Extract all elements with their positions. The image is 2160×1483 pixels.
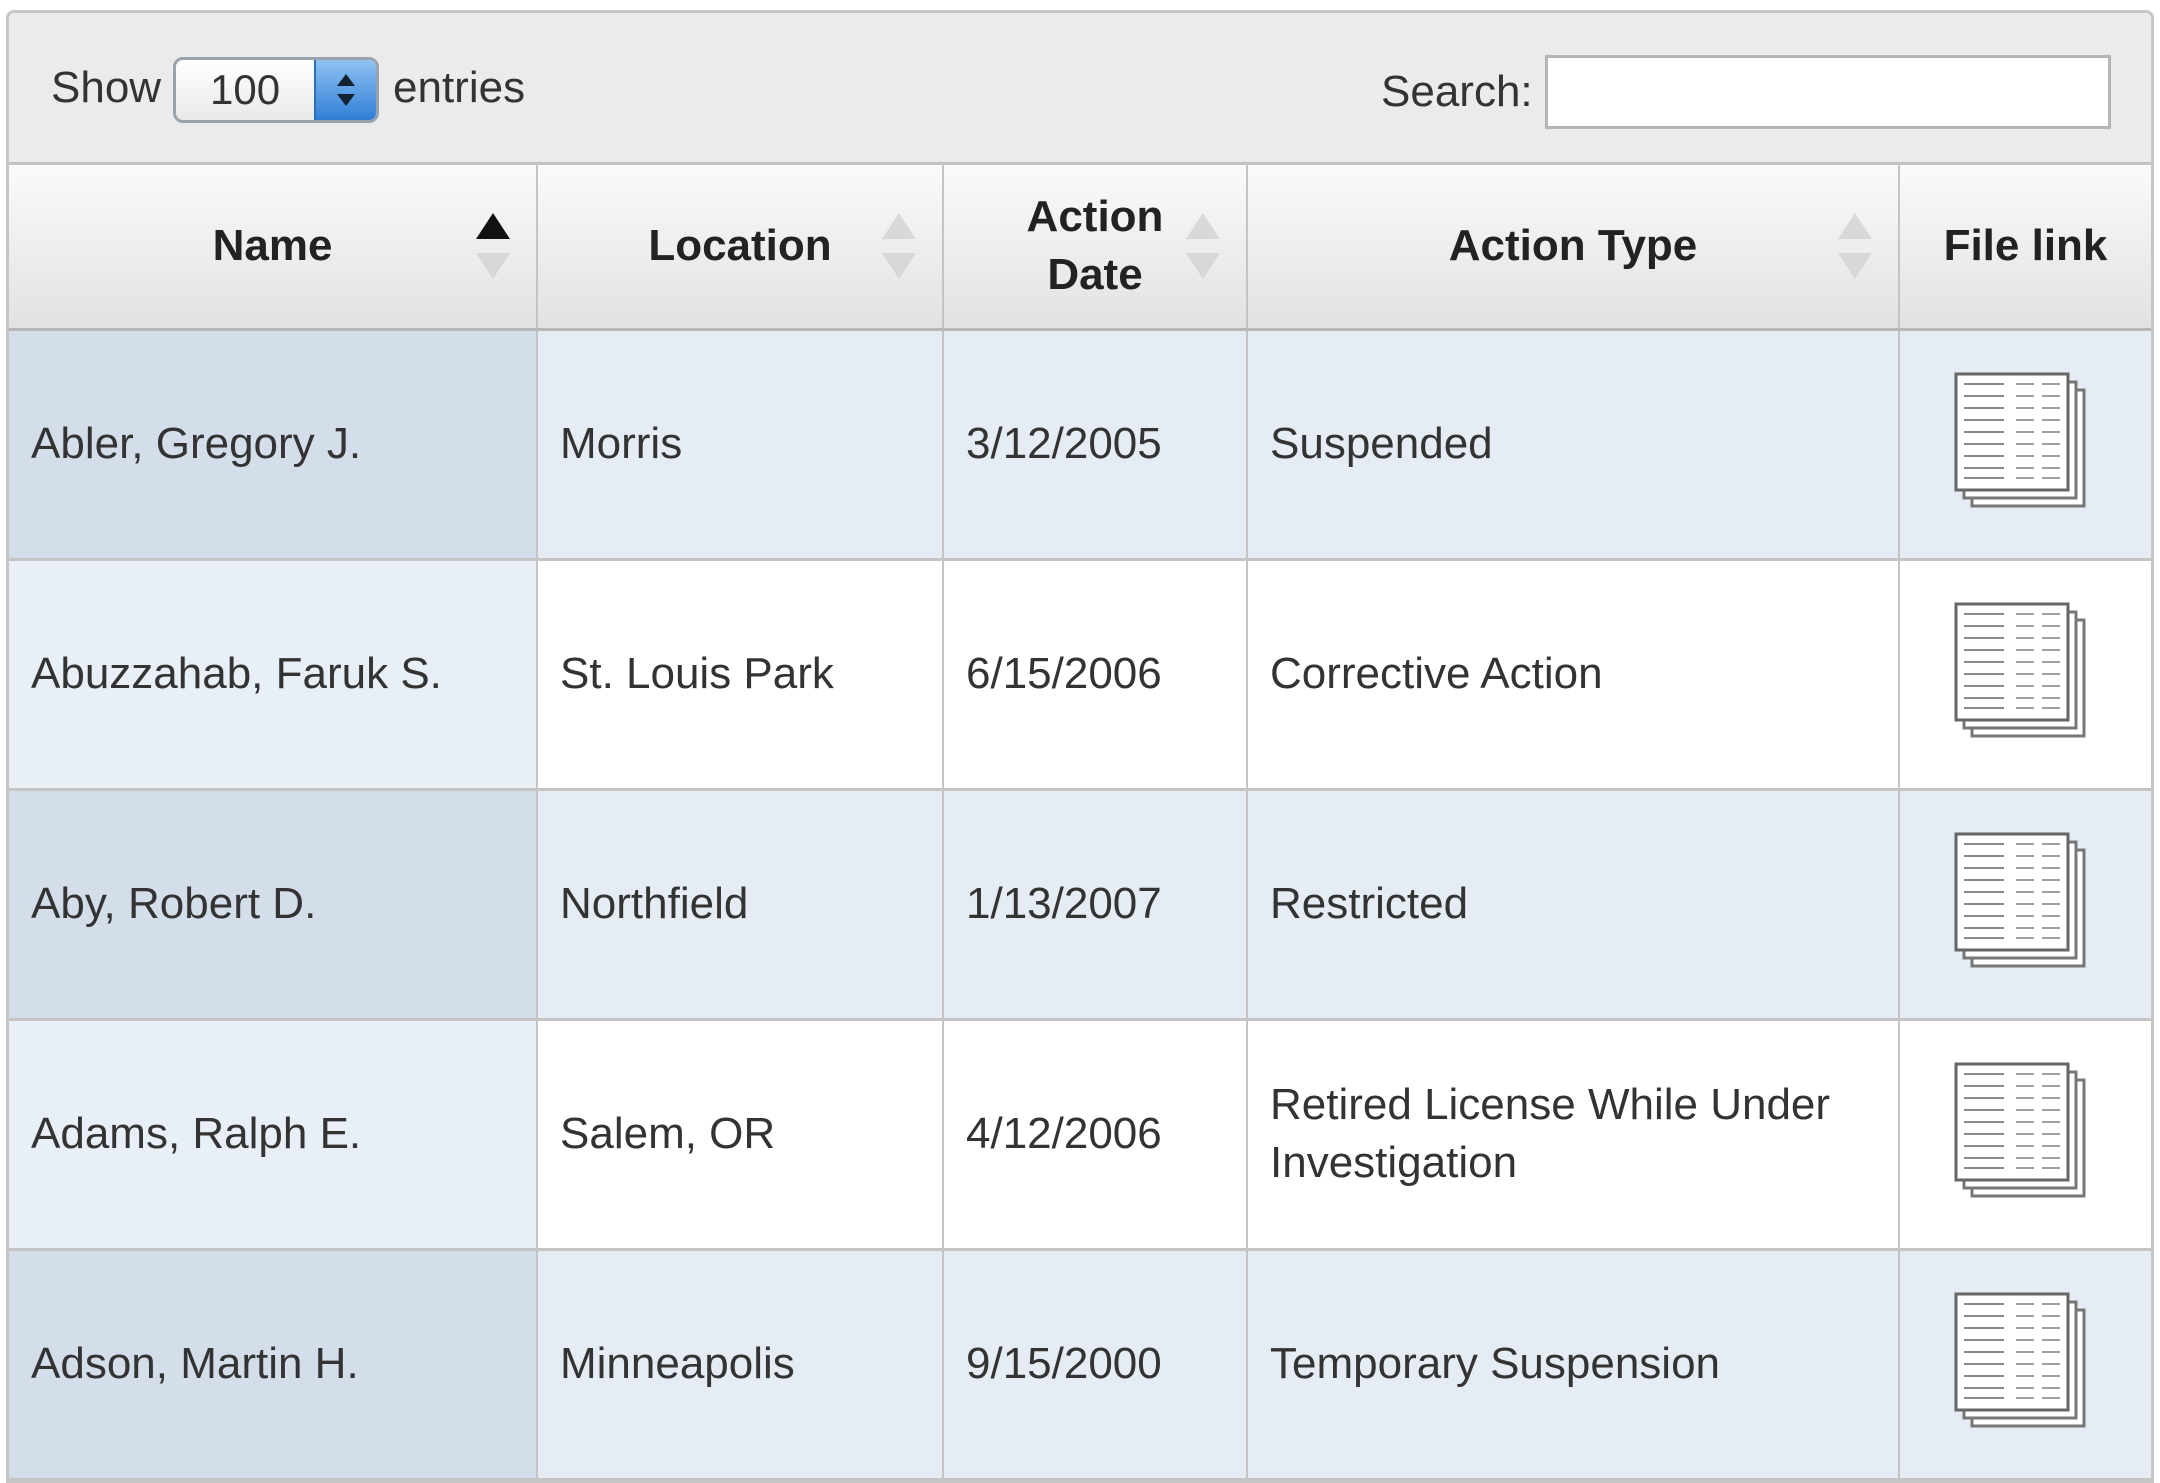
datatable-wrapper: Show 100 entries Search: Name Location A… <box>6 10 2154 1483</box>
column-header-file-link: File link <box>1899 165 2151 331</box>
sort-ascending-icon <box>476 213 510 280</box>
document-stack-icon[interactable] <box>1946 824 2106 984</box>
cell-location: Morris <box>537 329 944 561</box>
search-label: Search: <box>1381 67 1533 116</box>
entries-label: entries <box>393 63 526 112</box>
column-header-name[interactable]: Name <box>9 165 538 331</box>
table-header-row: Name Location Action Date Action Type Fi… <box>9 165 2151 331</box>
cell-name: Aby, Robert D. <box>9 789 538 1021</box>
sort-icon <box>1838 213 1872 280</box>
page-length-select[interactable]: 100 <box>173 57 379 123</box>
select-stepper-icon[interactable] <box>314 60 376 120</box>
table-toolbar: Show 100 entries Search: <box>9 13 2151 165</box>
cell-action-date: 9/15/2000 <box>943 1249 1248 1480</box>
cell-file-link <box>1899 1019 2151 1251</box>
cell-action-type: Temporary Suspension <box>1247 1249 1900 1480</box>
table-row: Aby, Robert D. Northfield 1/13/2007 Restric… <box>9 789 2151 1021</box>
column-header-label: File link <box>1943 221 2108 271</box>
cell-action-type: Suspended <box>1247 329 1900 561</box>
cell-action-date: 3/12/2005 <box>943 329 1248 561</box>
page-length-value: 100 <box>210 66 281 113</box>
cell-file-link <box>1899 789 2151 1021</box>
column-header-label: Name <box>212 221 333 271</box>
column-header-action-date[interactable]: Action Date <box>943 165 1248 331</box>
show-label: Show <box>51 63 162 112</box>
sort-icon <box>882 213 916 280</box>
cell-name: Adson, Martin H. <box>9 1249 538 1480</box>
cell-name: Adams, Ralph E. <box>9 1019 538 1251</box>
cell-location: Northfield <box>537 789 944 1021</box>
document-stack-icon[interactable] <box>1946 1284 2106 1444</box>
table-body: Abler, Gregory J. Morris 3/12/2005 Suspende… <box>9 329 2151 1480</box>
cell-file-link <box>1899 559 2151 791</box>
records-table: Name Location Action Date Action Type Fi… <box>9 165 2151 1480</box>
cell-file-link <box>1899 329 2151 561</box>
document-stack-icon[interactable] <box>1946 1054 2106 1214</box>
cell-name: Abler, Gregory J. <box>9 329 538 561</box>
document-stack-icon[interactable] <box>1946 364 2106 524</box>
column-header-label: Location <box>648 221 832 271</box>
cell-action-type: Retired License While Under Investigatio… <box>1247 1019 1900 1251</box>
cell-location: St. Louis Park <box>537 559 944 791</box>
search-input[interactable] <box>1545 55 2111 129</box>
table-row: Adams, Ralph E. Salem, OR 4/12/2006 Retired… <box>9 1019 2151 1251</box>
cell-action-type: Corrective Action <box>1247 559 1900 791</box>
cell-action-date: 4/12/2006 <box>943 1019 1248 1251</box>
cell-action-date: 6/15/2006 <box>943 559 1248 791</box>
table-row: Adson, Martin H. Minneapolis 9/15/2000 Temp… <box>9 1249 2151 1480</box>
cell-name: Abuzzahab, Faruk S. <box>9 559 538 791</box>
cell-action-type: Restricted <box>1247 789 1900 1021</box>
column-header-action-type[interactable]: Action Type <box>1247 165 1900 331</box>
cell-location: Minneapolis <box>537 1249 944 1480</box>
sort-icon <box>1186 213 1220 280</box>
column-header-label: Action Type <box>1448 221 1698 271</box>
table-row: Abler, Gregory J. Morris 3/12/2005 Suspende… <box>9 329 2151 561</box>
cell-action-date: 1/13/2007 <box>943 789 1248 1021</box>
column-header-label: Action Date <box>1026 192 1164 300</box>
cell-location: Salem, OR <box>537 1019 944 1251</box>
table-row: Abuzzahab, Faruk S. St. Louis Park 6/15/20… <box>9 559 2151 791</box>
cell-file-link <box>1899 1249 2151 1480</box>
document-stack-icon[interactable] <box>1946 594 2106 754</box>
column-header-location[interactable]: Location <box>537 165 944 331</box>
